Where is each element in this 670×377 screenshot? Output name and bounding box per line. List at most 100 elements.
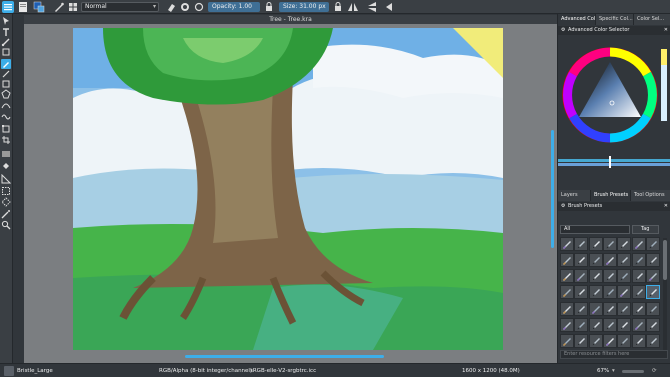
brush-preset-thumb[interactable]: [631, 285, 646, 300]
polygon-tool-icon[interactable]: [1, 89, 11, 99]
brush-preset-thumb[interactable]: [602, 253, 617, 268]
brush-preset-thumb[interactable]: [602, 237, 617, 251]
transform-tool-icon[interactable]: [1, 124, 11, 134]
preserve-alpha-icon[interactable]: [179, 1, 191, 13]
tag-button[interactable]: Tag: [632, 225, 659, 234]
brush-preset-thumb[interactable]: [631, 269, 646, 284]
rectangle-tool-icon[interactable]: [1, 79, 11, 89]
freehand-path-icon[interactable]: [1, 111, 11, 121]
polygon-select-icon[interactable]: [1, 197, 11, 207]
zoom-level[interactable]: 67%: [597, 365, 609, 377]
eraser-icon[interactable]: [165, 1, 177, 13]
brush-preset-thumb[interactable]: [560, 253, 574, 268]
brush-preset-thumb[interactable]: [617, 237, 632, 251]
line-tool-icon[interactable]: [1, 69, 11, 79]
color-wheel-area[interactable]: [558, 35, 670, 168]
rect-select-icon[interactable]: [1, 186, 11, 196]
pattern-icon[interactable]: [67, 1, 79, 13]
brush-preset-thumb[interactable]: [631, 237, 646, 251]
tab-tool-options[interactable]: Tool Options: [631, 190, 670, 201]
gradient-icon[interactable]: [53, 1, 65, 13]
painting-canvas[interactable]: [73, 28, 503, 350]
preset-scroll-thumb[interactable]: [663, 240, 667, 280]
brush-preset-thumb[interactable]: [574, 237, 589, 251]
brush-preset-thumb[interactable]: [631, 333, 646, 348]
tab-layers[interactable]: Layers: [558, 190, 591, 201]
menu-icon[interactable]: [2, 1, 14, 13]
brush-preset-thumb[interactable]: [645, 285, 660, 300]
measure-tool-icon[interactable]: [1, 174, 11, 184]
brush-preset-thumb[interactable]: [574, 333, 589, 348]
brush-preset-thumb[interactable]: [617, 285, 632, 300]
brush-preset-thumb[interactable]: [617, 333, 632, 348]
gear-icon[interactable]: ⚙: [561, 26, 565, 35]
brush-preset-thumb[interactable]: [602, 333, 617, 348]
brush-preset-thumb[interactable]: [588, 317, 603, 332]
brush-preset-thumb[interactable]: [645, 317, 660, 332]
brush-preset-thumb[interactable]: [560, 301, 574, 316]
brush-preset-thumb[interactable]: [574, 301, 589, 316]
zoom-slider[interactable]: [622, 370, 644, 373]
brush-preset-thumb[interactable]: [574, 317, 589, 332]
size-lock-icon[interactable]: [332, 1, 344, 13]
close-icon[interactable]: ✕: [664, 26, 668, 35]
blend-mode-select[interactable]: Normal ▾: [81, 2, 159, 12]
wrap-around-icon[interactable]: [384, 1, 396, 13]
resource-filter-input[interactable]: Enter resource filters here: [560, 350, 668, 359]
horizontal-scrollbar[interactable]: [185, 355, 384, 358]
zoom-tool-icon[interactable]: [1, 220, 11, 230]
reset-icon[interactable]: [193, 1, 205, 13]
calligraphy-icon[interactable]: [1, 47, 11, 57]
opacity-slider[interactable]: Opacity: 1.00: [208, 2, 260, 12]
brush-preview-icon[interactable]: [4, 366, 14, 376]
brush-preset-thumb[interactable]: [602, 317, 617, 332]
close-icon[interactable]: ✕: [664, 202, 668, 211]
brush-preset-thumb[interactable]: [588, 285, 603, 300]
vertical-scrollbar[interactable]: [551, 130, 554, 248]
brush-preset-thumb[interactable]: [617, 269, 632, 284]
edit-shapes-icon[interactable]: [1, 37, 11, 47]
new-document-icon[interactable]: [17, 1, 29, 13]
tab-advanced-color[interactable]: Advanced Col...: [558, 14, 596, 25]
brush-preset-thumb[interactable]: [574, 269, 589, 284]
zoom-chevron-down-icon[interactable]: ▾: [612, 365, 615, 377]
fill-tool-icon[interactable]: [1, 161, 11, 171]
opacity-lock-icon[interactable]: [263, 1, 275, 13]
brush-preset-thumb[interactable]: [602, 285, 617, 300]
brush-preset-thumb[interactable]: [602, 301, 617, 316]
brush-preset-thumb[interactable]: [574, 285, 589, 300]
brush-preset-thumb[interactable]: [560, 333, 574, 348]
brush-preset-thumb[interactable]: [645, 269, 660, 284]
brush-preset-thumb[interactable]: [631, 317, 646, 332]
text-tool-icon[interactable]: [1, 27, 11, 37]
magic-wand-icon[interactable]: [1, 209, 11, 219]
brush-preset-thumb[interactable]: [631, 253, 646, 268]
document-title[interactable]: Tree - Tree.kra: [24, 16, 557, 23]
preset-tag-select[interactable]: All: [560, 225, 630, 234]
brush-preset-thumb[interactable]: [560, 317, 574, 332]
gear-icon[interactable]: ⚙: [561, 202, 565, 211]
brush-preset-thumb[interactable]: [574, 253, 589, 268]
brush-preset-thumb[interactable]: [645, 301, 660, 316]
brush-preset-thumb[interactable]: [560, 269, 574, 284]
brush-preset-thumb[interactable]: [560, 285, 574, 300]
tab-brush-presets[interactable]: Brush Presets: [591, 190, 631, 201]
brush-preset-thumb[interactable]: [588, 237, 603, 251]
brush-preset-thumb[interactable]: [645, 253, 660, 268]
tab-specific-color[interactable]: Specific Col...: [596, 14, 634, 25]
rotate-icon[interactable]: ⟳: [652, 365, 657, 377]
crop-tool-icon[interactable]: [1, 135, 11, 145]
select-shapes-icon[interactable]: [1, 16, 11, 26]
brush-preset-thumb[interactable]: [645, 237, 660, 251]
brush-preset-thumb[interactable]: [588, 301, 603, 316]
brush-preset-thumb[interactable]: [617, 317, 632, 332]
brush-preset-thumb[interactable]: [588, 333, 603, 348]
brush-tool-icon[interactable]: [1, 59, 11, 69]
mirror-horizontal-icon[interactable]: [347, 1, 359, 13]
brush-preset-thumb[interactable]: [645, 333, 660, 348]
brush-preset-thumb[interactable]: [588, 269, 603, 284]
brush-preset-thumb[interactable]: [588, 253, 603, 268]
gradient-tool-icon[interactable]: [1, 149, 11, 159]
brush-preset-thumb[interactable]: [602, 269, 617, 284]
color-wheel[interactable]: [558, 35, 670, 175]
